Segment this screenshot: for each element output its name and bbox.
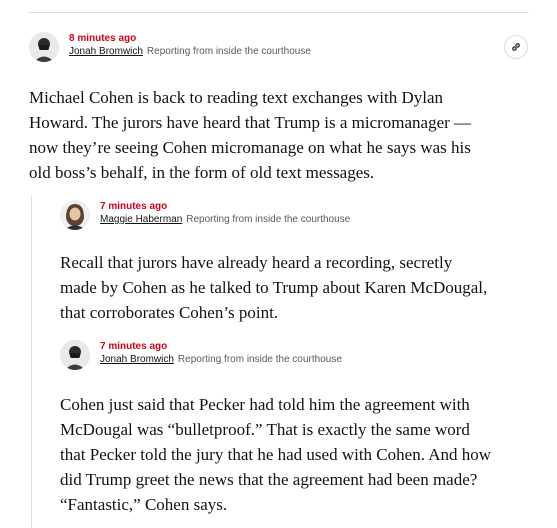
byline-post-2: 7 minutes ago Maggie Haberman Reporting f… — [60, 200, 350, 230]
body-line: that corroborates Cohen’s point. — [60, 303, 279, 322]
avatar[interactable] — [29, 32, 59, 62]
reporting-location: Reporting from inside the courthouse — [146, 46, 311, 57]
avatar[interactable] — [60, 200, 90, 230]
body-line: Recall that jurors have already heard a … — [60, 253, 453, 272]
reporting-location: Reporting from inside the courthouse — [177, 354, 342, 365]
body-line: now they’re seeing Cohen micromanage on … — [29, 138, 471, 157]
body-line: did Trump greet the news that the agreem… — [60, 470, 478, 489]
reporting-location: Reporting from inside the courthouse — [186, 214, 351, 225]
author-photo-icon — [29, 32, 59, 62]
share-link-button[interactable] — [504, 35, 528, 59]
body-line: that Pecker told the jury that he had us… — [60, 445, 492, 464]
post-body: Michael Cohen is back to reading text ex… — [29, 85, 471, 185]
author-photo-icon — [60, 200, 90, 230]
author-link[interactable]: Jonah Bromwich — [100, 354, 174, 365]
author-link[interactable]: Jonah Bromwich — [69, 46, 143, 57]
author-link[interactable]: Maggie Haberman — [100, 214, 182, 225]
timestamp: 7 minutes ago — [100, 201, 168, 212]
link-icon — [512, 43, 520, 51]
body-line: McDougal was “bulletproof.” That is exac… — [60, 420, 470, 439]
author-photo-icon — [60, 340, 90, 370]
body-line: made by Cohen as he talked to Trump abou… — [60, 278, 488, 297]
thread-indent-rule — [31, 195, 32, 528]
avatar[interactable] — [60, 340, 90, 370]
body-line: Michael Cohen is back to reading text ex… — [29, 88, 444, 107]
body-line: Howard. The jurors have heard that Trump… — [29, 113, 472, 132]
byline-post-3: 7 minutes ago Jonah Bromwich Reporting fr… — [60, 340, 342, 370]
post-body: Cohen just said that Pecker had told him… — [60, 392, 491, 517]
body-line: “Fantastic,” Cohen says. — [60, 495, 228, 514]
post-body: Recall that jurors have already heard a … — [60, 250, 487, 325]
body-line: Cohen just said that Pecker had told him… — [60, 395, 470, 414]
timestamp: 7 minutes ago — [100, 341, 168, 352]
top-divider — [29, 12, 529, 13]
timestamp: 8 minutes ago — [69, 33, 137, 44]
byline-post-1: 8 minutes ago Jonah Bromwich Reporting fr… — [29, 32, 311, 62]
body-line: old boss’s behalf, in the form of old te… — [29, 163, 375, 182]
